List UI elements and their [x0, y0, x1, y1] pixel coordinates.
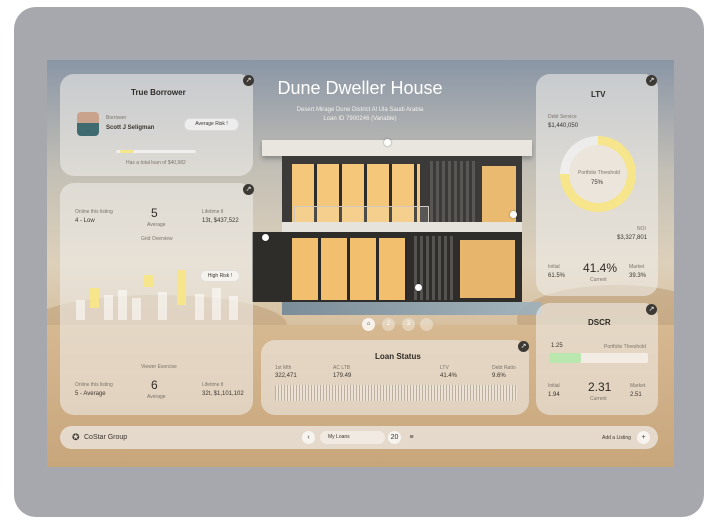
loan-stat-value: 179.49 [333, 373, 352, 379]
pager-page-2[interactable]: 2 [382, 318, 395, 331]
expand-icon[interactable]: ↗ [243, 75, 254, 86]
dscr-market-value: 2.51 [630, 392, 642, 398]
dscr-current-value: 2.31 [588, 380, 612, 394]
noi-label: NOI [637, 226, 646, 232]
risk-bar [104, 295, 113, 320]
ltv-current-value: 41.4% [583, 261, 618, 275]
lifetime-value: 13t, $437,522 [202, 218, 239, 224]
dscr-current-label: Current [590, 396, 607, 402]
dscr-bar-value: 1.25 [551, 343, 563, 349]
high-risk-badge[interactable]: High Risk ! [200, 270, 240, 282]
add-icon[interactable]: + [637, 431, 650, 444]
expand-icon[interactable]: ↗ [518, 341, 529, 352]
lower-windows [292, 238, 407, 300]
listing-label: Online this listing [75, 209, 113, 215]
risk-score-label: Average [147, 394, 166, 400]
upper-slats [430, 161, 475, 227]
total-loan-text: Has a total loan of $40,982 [126, 160, 186, 166]
risk-bar [212, 288, 221, 320]
lifetime-value: 32t, $1,101,102 [202, 391, 244, 397]
pager-page-3[interactable]: 3 [402, 318, 415, 331]
lifetime-label: Lifetime tl [202, 209, 224, 215]
house-roof [262, 140, 532, 156]
risk-bar [195, 294, 204, 320]
warning-icon: ! [230, 273, 233, 279]
ltv-initial-value: 61.5% [548, 273, 566, 279]
house-lower-floor [252, 232, 522, 302]
risk-bar-highlight [177, 270, 186, 305]
listing-value: 5 - Average [75, 391, 106, 397]
hotspot-pin[interactable] [262, 234, 269, 241]
avatar [77, 112, 99, 136]
loan-stat-label: 1st Mth [275, 365, 292, 371]
grid-overview-label: Grid Overview [141, 236, 173, 242]
noi-value: $3,327,801 [617, 235, 648, 241]
ltv-market-label: Market [629, 264, 645, 270]
viewer-exercise-label: Viewer Exercise [141, 364, 177, 370]
lifetime-label: Lifetime tl [202, 382, 224, 388]
dscr-initial-label: Initial [548, 383, 560, 389]
risk-score-label: Average [147, 222, 166, 228]
ltv-market-value: 39.3% [629, 273, 647, 279]
hotspot-pin[interactable] [384, 139, 391, 146]
risk-score: 5 [151, 206, 158, 220]
dscr-threshold-label: Portfolio Threshold [604, 344, 646, 350]
house-illustration [252, 140, 542, 315]
average-risk-badge[interactable]: Average Risk ! [184, 118, 239, 131]
hotspot-pin[interactable] [510, 211, 517, 218]
ltv-title: LTV [591, 90, 606, 99]
dscr-initial-value: 1.94 [548, 392, 560, 398]
count-badge[interactable]: 20 [388, 431, 401, 444]
risk-bar-highlight [90, 288, 99, 308]
balcony-slab [282, 222, 522, 232]
listing-label: Online this listing [75, 382, 113, 388]
debt-service-label: Debt Service [548, 114, 577, 120]
loan-status-title: Loan Status [375, 352, 421, 361]
filter-icon[interactable]: ≡ [405, 431, 418, 444]
borrower-name[interactable]: Scott J Seligman [106, 125, 154, 131]
my-loans-tab[interactable]: My Loans [320, 431, 385, 444]
loan-stat-value: 322,471 [275, 373, 297, 379]
loan-stat-label: AC LTB [333, 365, 351, 371]
borrower-role-label: Borrower [106, 115, 127, 121]
expand-icon[interactable]: ↗ [646, 75, 657, 86]
dscr-bar-fill [549, 353, 581, 363]
loan-stat-value: 41.4% [440, 373, 458, 379]
risk-bar [229, 296, 238, 320]
threshold-value: 75% [591, 180, 604, 186]
pager-home[interactable]: ⌂ [362, 318, 375, 331]
loan-progress-fill [120, 150, 134, 153]
dscr-title: DSCR [588, 318, 611, 327]
warning-icon: ! [226, 121, 228, 127]
listing-value: 4 - Low [75, 218, 95, 224]
loan-stat-label: Debt Ratio [492, 365, 516, 371]
risk-bar [132, 298, 141, 320]
loan-stat-label: LTV [440, 365, 449, 371]
debt-service-value: $1,440,050 [548, 123, 579, 129]
ltv-initial-label: Initial [548, 264, 560, 270]
dscr-market-label: Market [630, 383, 646, 389]
prev-button[interactable]: ‹ [302, 431, 315, 444]
hotspot-pin[interactable] [415, 284, 422, 291]
ltv-current-label: Current [590, 277, 607, 283]
add-listing-label[interactable]: Add a Listing [602, 435, 631, 441]
lower-side-window [460, 240, 515, 298]
average-risk-label: Average Risk [195, 121, 225, 127]
risk-bar [158, 292, 167, 320]
pager-page-4[interactable] [420, 318, 433, 331]
expand-icon[interactable]: ↗ [243, 184, 254, 195]
threshold-label: Portfolio Threshold [578, 170, 620, 176]
risk-bar [118, 290, 127, 320]
risk-score: 6 [151, 378, 158, 392]
loan-stat-value: 9.6% [492, 373, 506, 379]
loan-timeline-strip [275, 385, 517, 401]
risk-bar-highlight [144, 275, 153, 287]
true-borrower-title: True Borrower [131, 88, 186, 97]
risk-bar [76, 300, 85, 320]
expand-icon[interactable]: ↗ [646, 304, 657, 315]
costar-logo-text: CoStar Group [84, 434, 128, 441]
costar-logo-icon: ✪ [72, 432, 80, 442]
high-risk-label: High Risk [207, 273, 230, 279]
pool [282, 302, 542, 315]
